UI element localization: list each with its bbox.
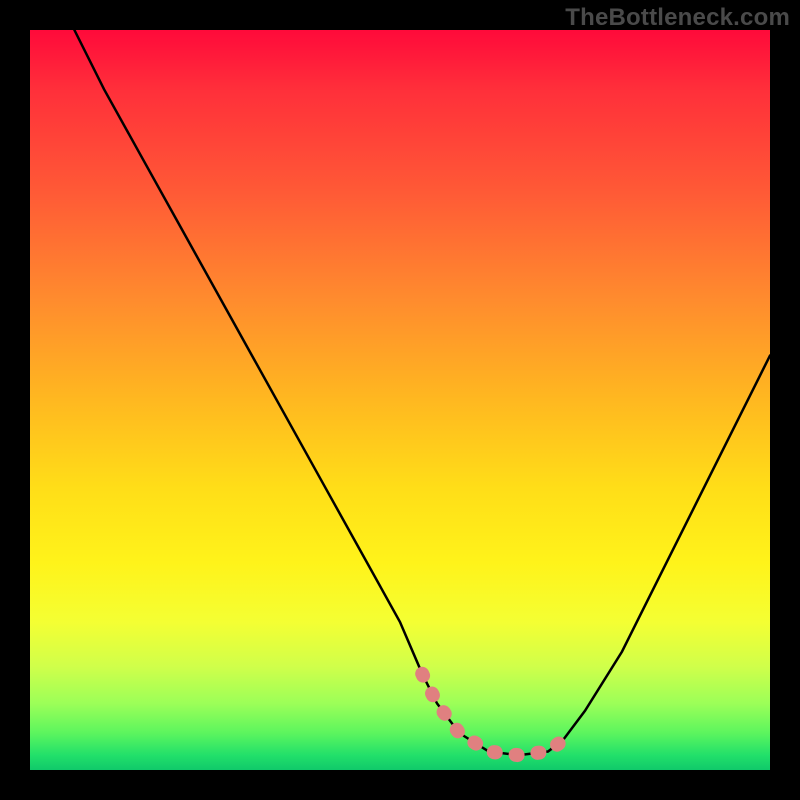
watermark-text: TheBottleneck.com [565, 4, 790, 32]
gradient-plot-area [30, 30, 770, 770]
curve-svg [30, 30, 770, 770]
optimal-range-highlight [422, 674, 563, 755]
bottleneck-curve-path [74, 30, 770, 755]
chart-frame: TheBottleneck.com [0, 0, 800, 800]
